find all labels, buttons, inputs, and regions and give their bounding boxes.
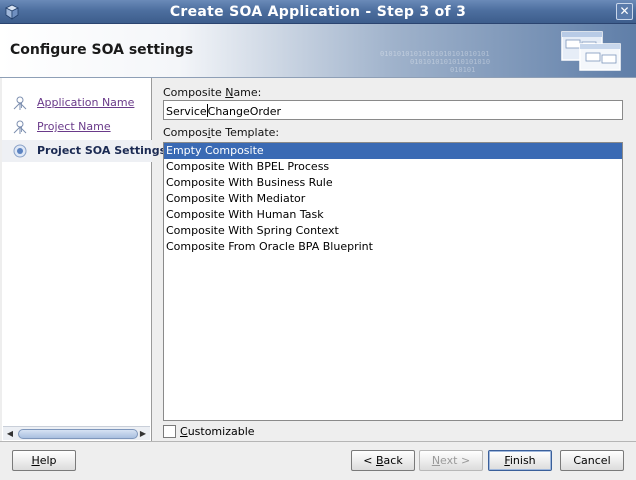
- finish-button[interactable]: Finish: [488, 450, 552, 471]
- binary-decoration: 01010101010101010101010101 0101010101010…: [380, 50, 490, 74]
- close-window-button[interactable]: ✕: [616, 3, 633, 20]
- wizard-header-banner: Configure SOA settings 01010101010101010…: [0, 24, 636, 78]
- cancel-button[interactable]: Cancel: [560, 450, 624, 471]
- composite-name-input[interactable]: ServiceChangeOrder: [163, 100, 623, 120]
- nav-step-application-name[interactable]: Application Name: [2, 92, 152, 114]
- nav-horizontal-scrollbar[interactable]: ◀ ▶: [3, 426, 150, 440]
- scroll-right-arrow-icon[interactable]: ▶: [137, 428, 149, 440]
- scrollbar-thumb[interactable]: [18, 429, 138, 439]
- completed-step-icon: [13, 96, 27, 110]
- windows-illustration-icon: [561, 31, 621, 71]
- wizard-steps-panel: Application Name Project Name Project SO…: [2, 78, 166, 441]
- input-text-after-caret: ChangeOrder: [207, 105, 282, 118]
- scroll-left-arrow-icon[interactable]: ◀: [4, 428, 16, 440]
- nav-step-label: Project Name: [37, 120, 111, 133]
- nav-step-project-soa-settings[interactable]: Project SOA Settings: [2, 140, 166, 162]
- back-button[interactable]: < Back: [351, 450, 415, 471]
- current-step-icon: [13, 144, 27, 158]
- completed-step-icon: [13, 120, 27, 134]
- nav-step-label: Application Name: [37, 96, 135, 109]
- binary-line: 010101: [450, 66, 476, 74]
- customizable-checkbox[interactable]: [163, 425, 176, 438]
- nav-step-project-name[interactable]: Project Name: [2, 116, 152, 138]
- template-option-empty-composite[interactable]: Empty Composite: [164, 143, 622, 159]
- input-text-before-caret: Service: [166, 105, 207, 118]
- page-title: Configure SOA settings: [10, 42, 194, 58]
- settings-form: Composite Name: ServiceChangeOrder Compo…: [155, 78, 636, 441]
- composite-name-label: Composite Name:: [163, 86, 262, 99]
- binary-line: 0101010101010101010: [410, 58, 491, 66]
- customizable-label[interactable]: Customizable: [180, 425, 255, 438]
- nav-step-label: Project SOA Settings: [37, 144, 167, 157]
- composite-template-label: Composite Template:: [163, 126, 280, 139]
- template-option-human-task[interactable]: Composite With Human Task: [164, 207, 622, 223]
- template-option-bpel-process[interactable]: Composite With BPEL Process: [164, 159, 622, 175]
- binary-line: 01010101010101010101010101: [380, 50, 490, 58]
- template-option-bpa-blueprint[interactable]: Composite From Oracle BPA Blueprint: [164, 239, 622, 255]
- template-option-mediator[interactable]: Composite With Mediator: [164, 191, 622, 207]
- composite-template-list[interactable]: Empty Composite Composite With BPEL Proc…: [163, 142, 623, 421]
- help-button[interactable]: Help: [12, 450, 76, 471]
- template-option-business-rule[interactable]: Composite With Business Rule: [164, 175, 622, 191]
- next-button[interactable]: Next >: [419, 450, 483, 471]
- template-option-spring-context[interactable]: Composite With Spring Context: [164, 223, 622, 239]
- window-title: Create SOA Application - Step 3 of 3: [169, 4, 467, 20]
- footer-divider: [0, 441, 636, 442]
- title-bar: Create SOA Application - Step 3 of 3 ✕: [0, 0, 636, 24]
